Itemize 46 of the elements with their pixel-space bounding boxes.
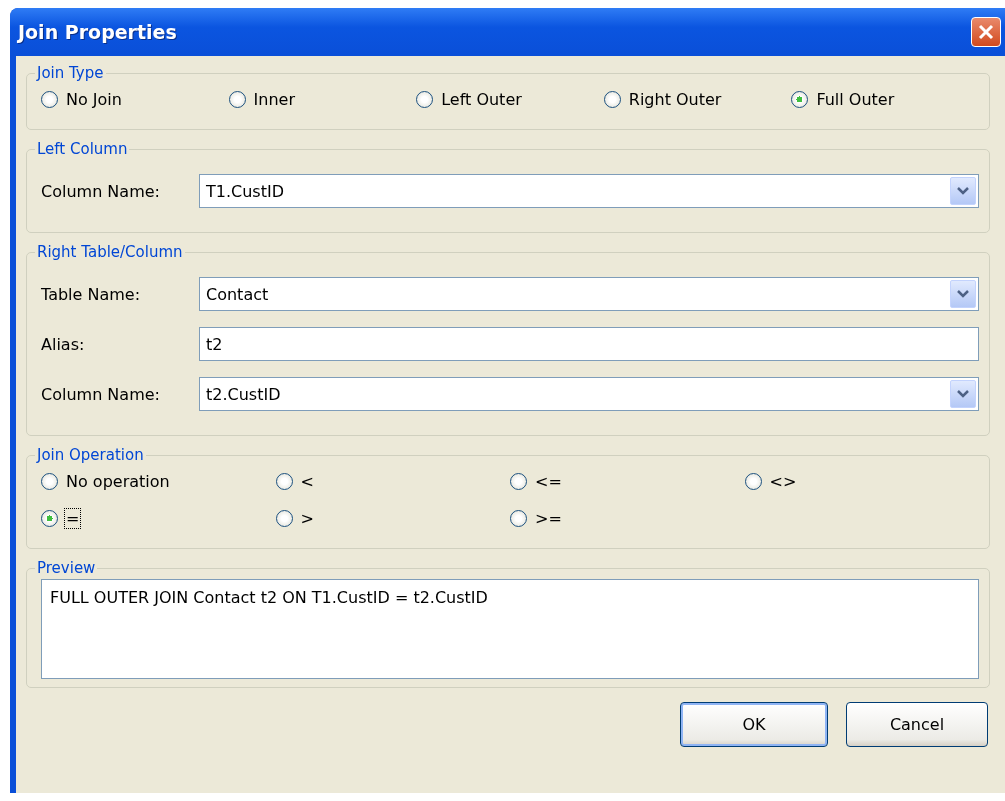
radio-label[interactable]: <= — [534, 472, 563, 491]
window-title: Join Properties — [18, 21, 177, 43]
field-label: Column Name: — [41, 181, 161, 201]
radio-button[interactable] — [510, 473, 527, 490]
cancel-button[interactable]: Cancel — [846, 702, 988, 747]
radio-button[interactable] — [603, 91, 621, 108]
radio-label[interactable]: = — [65, 509, 81, 528]
dropdown-field[interactable]: T1.CustID — [199, 174, 979, 208]
radio-button[interactable] — [228, 91, 246, 108]
field-label: Table Name: — [41, 284, 142, 304]
ok-button[interactable]: OK — [680, 702, 828, 747]
group-title: Preview — [36, 559, 97, 577]
close-icon — [978, 24, 994, 40]
close-button[interactable] — [971, 17, 1001, 47]
dropdown-field[interactable]: t2.CustID — [199, 377, 979, 411]
radio-label[interactable]: Left Outer — [440, 90, 523, 109]
radio-label[interactable]: No Join — [65, 90, 123, 109]
group-title: Left Column — [36, 140, 129, 158]
radio-label[interactable]: Full Outer — [815, 90, 896, 109]
radio-button[interactable] — [275, 510, 293, 527]
radio-label[interactable]: No operation — [65, 472, 171, 491]
radio-label[interactable]: <> — [768, 472, 798, 491]
field-label: Alias: — [41, 334, 86, 354]
group-title: Join Operation — [35, 446, 145, 464]
field-label: Column Name: — [41, 384, 161, 404]
chevron-down-icon — [950, 380, 976, 408]
radio-label[interactable]: < — [299, 472, 315, 491]
group-title: Join Type — [35, 64, 105, 82]
radio-button[interactable] — [275, 473, 293, 490]
radio-button[interactable] — [416, 91, 434, 108]
radio-label[interactable]: Right Outer — [627, 90, 723, 109]
preview-text: FULL OUTER JOIN Contact t2 ON T1.CustID = t2.CustID — [41, 579, 979, 679]
radio-label[interactable]: > — [299, 509, 315, 528]
input-field[interactable]: t2 — [199, 327, 979, 361]
radio-button[interactable] — [510, 510, 527, 527]
radio-label[interactable]: >= — [534, 509, 563, 528]
chevron-down-icon — [950, 280, 976, 308]
dropdown-field[interactable]: Contact — [199, 277, 979, 311]
radio-button[interactable] — [744, 473, 762, 490]
radio-button[interactable] — [41, 510, 58, 527]
radio-button[interactable] — [41, 91, 58, 108]
radio-label[interactable]: Inner — [252, 90, 296, 109]
chevron-down-icon — [950, 177, 976, 205]
radio-button[interactable] — [791, 91, 809, 108]
radio-button[interactable] — [41, 473, 58, 490]
group-title: Right Table/Column — [36, 243, 184, 261]
